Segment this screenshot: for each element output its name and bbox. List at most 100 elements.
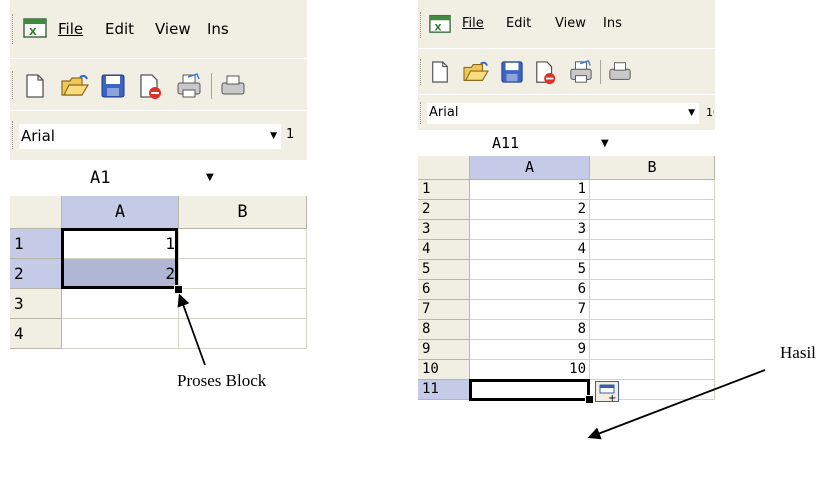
cell-a6[interactable]: 6 <box>470 280 590 300</box>
font-dropdown-arrow-icon[interactable]: ▼ <box>688 108 695 118</box>
cell-b9[interactable] <box>590 340 715 360</box>
cell-b1[interactable] <box>590 180 715 200</box>
cell-b3[interactable] <box>179 289 307 319</box>
menu-insert[interactable]: Ins <box>207 20 229 38</box>
cell-b2[interactable] <box>179 259 307 289</box>
permission-icon[interactable] <box>534 60 558 90</box>
save-icon[interactable] <box>100 73 126 103</box>
cell-b4[interactable] <box>590 240 715 260</box>
new-icon[interactable] <box>430 60 450 88</box>
row-header[interactable]: 1 <box>10 229 62 259</box>
cell-a8[interactable]: 8 <box>470 320 590 340</box>
row-header[interactable]: 3 <box>418 220 470 240</box>
permission-icon[interactable] <box>138 73 164 105</box>
right-excel-window: X File Edit View Ins Arial ▼ 1 A11 ▼ A B… <box>418 0 715 487</box>
font-name-value: Arial <box>21 127 55 145</box>
cell-a4[interactable]: 4 <box>470 240 590 260</box>
formatting-toolbar: Arial ▼ 10 <box>10 110 307 161</box>
selection-border <box>61 228 178 289</box>
column-header-a[interactable]: A <box>470 156 590 180</box>
cell-a9[interactable]: 9 <box>470 340 590 360</box>
cell-b1[interactable] <box>179 229 307 259</box>
menu-edit[interactable]: Edit <box>506 16 531 31</box>
column-header-b[interactable]: B <box>179 196 307 229</box>
cell-a3[interactable] <box>62 289 179 319</box>
menu-view[interactable]: View <box>555 16 586 31</box>
worksheet-grid[interactable]: A B 1 1 2 2 3 3 4 4 5 5 6 6 7 7 8 8 9 9 … <box>418 156 715 487</box>
auto-fill-options-icon[interactable]: + <box>595 381 619 406</box>
fill-handle[interactable] <box>174 285 183 294</box>
svg-text:X: X <box>435 22 442 33</box>
cell-b6[interactable] <box>590 280 715 300</box>
name-box[interactable]: A1 <box>90 168 110 188</box>
cell-a10[interactable]: 10 <box>470 360 590 380</box>
cell-b8[interactable] <box>590 320 715 340</box>
select-all-corner[interactable] <box>418 156 470 180</box>
cell-a3[interactable]: 3 <box>470 220 590 240</box>
cell-b10[interactable] <box>590 360 715 380</box>
row-header[interactable]: 6 <box>418 280 470 300</box>
column-header-a[interactable]: A <box>62 196 179 229</box>
column-header-b[interactable]: B <box>590 156 715 180</box>
cell-b7[interactable] <box>590 300 715 320</box>
menu-insert[interactable]: Ins <box>603 16 622 31</box>
toolbar-separator <box>211 73 212 99</box>
open-icon[interactable] <box>60 73 90 103</box>
svg-text:+: + <box>608 393 616 402</box>
row-header[interactable]: 11 <box>418 380 470 400</box>
font-name-value: Arial <box>429 105 459 120</box>
row-header[interactable]: 8 <box>418 320 470 340</box>
cell-a2[interactable]: 2 <box>470 200 590 220</box>
print-preview-icon[interactable] <box>218 73 248 103</box>
font-name-box[interactable]: Arial ▼ <box>18 123 282 150</box>
name-box-dropdown-icon[interactable]: ▼ <box>206 172 214 183</box>
cell-a1[interactable]: 1 <box>470 180 590 200</box>
row-header[interactable]: 5 <box>418 260 470 280</box>
row-header[interactable]: 3 <box>10 289 62 319</box>
font-size-box[interactable]: 10 <box>286 127 294 142</box>
font-name-box[interactable]: Arial ▼ <box>426 102 700 125</box>
menu-file[interactable]: File <box>462 16 484 31</box>
cell-b5[interactable] <box>590 260 715 280</box>
menu-file[interactable]: File <box>58 20 83 38</box>
name-box-row: A11 ▼ <box>418 130 715 157</box>
cell-b2[interactable] <box>590 200 715 220</box>
name-box-row: A1 ▼ <box>10 160 307 197</box>
print-icon[interactable] <box>568 60 594 88</box>
worksheet-grid[interactable]: A B 1 1 2 2 3 4 <box>10 196 307 370</box>
proses-block-label: Proses Block <box>177 371 267 390</box>
row-header[interactable]: 10 <box>418 360 470 380</box>
row-header[interactable]: 4 <box>10 319 62 349</box>
excel-icon[interactable]: X <box>428 12 452 38</box>
row-header[interactable]: 7 <box>418 300 470 320</box>
print-preview-icon[interactable] <box>606 60 634 88</box>
active-cell-border <box>469 379 590 401</box>
row-header[interactable]: 2 <box>10 259 62 289</box>
cell-b3[interactable] <box>590 220 715 240</box>
menu-view[interactable]: View <box>155 20 191 38</box>
row-header[interactable]: 9 <box>418 340 470 360</box>
name-box-dropdown-icon[interactable]: ▼ <box>601 138 609 149</box>
excel-icon[interactable]: X <box>22 15 48 43</box>
save-icon[interactable] <box>500 60 524 88</box>
print-icon[interactable] <box>175 73 203 103</box>
menu-grip <box>12 14 16 44</box>
cell-a5[interactable]: 5 <box>470 260 590 280</box>
row-header[interactable]: 4 <box>418 240 470 260</box>
open-icon[interactable] <box>462 60 490 88</box>
fill-handle[interactable] <box>585 395 594 404</box>
font-size-box[interactable]: 10 <box>706 106 714 119</box>
hasil-label: Hasil <box>780 343 816 362</box>
cell-a7[interactable]: 7 <box>470 300 590 320</box>
formatting-toolbar: Arial ▼ 10 <box>418 94 715 131</box>
select-all-corner[interactable] <box>10 196 62 229</box>
font-dropdown-arrow-icon[interactable]: ▼ <box>270 131 277 141</box>
menu-bar: X File Edit View Ins <box>418 0 715 48</box>
cell-b4[interactable] <box>179 319 307 349</box>
menu-edit[interactable]: Edit <box>105 20 134 38</box>
new-icon[interactable] <box>24 73 46 103</box>
row-header[interactable]: 1 <box>418 180 470 200</box>
name-box[interactable]: A11 <box>492 134 519 152</box>
cell-a4[interactable] <box>62 319 179 349</box>
row-header[interactable]: 2 <box>418 200 470 220</box>
